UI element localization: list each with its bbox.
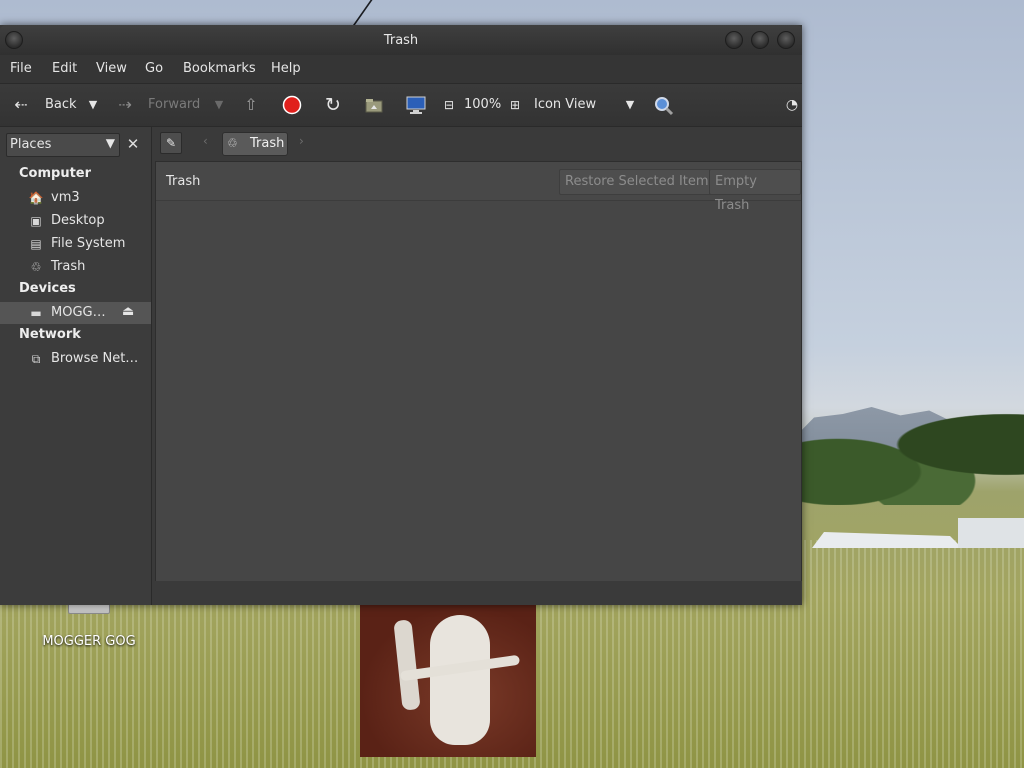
- menu-go[interactable]: Go: [145, 61, 163, 76]
- toolbar: ⇠ Back ▼ ⇢ Forward ▼ ⇧ ↻ ⊟ 100% ⊞ Icon V…: [0, 83, 802, 127]
- view-mode-dropdown-icon[interactable]: ▼: [620, 95, 640, 115]
- home-folder-icon: 🏠: [28, 191, 44, 205]
- sidebar-section-computer: Computer: [19, 166, 92, 181]
- desktop-icon-label: MOGGER GOG: [42, 634, 136, 649]
- menu-bar: File Edit View Go Bookmarks Help: [0, 55, 802, 83]
- menu-bookmarks[interactable]: Bookmarks: [183, 61, 256, 76]
- drive-icon: ▬: [30, 306, 42, 320]
- up-arrow-icon[interactable]: ⇧: [241, 95, 261, 115]
- breadcrumb-label: Trash: [250, 136, 285, 151]
- window-title: Trash: [383, 33, 419, 48]
- wallpaper-trees: [790, 395, 1024, 505]
- maximize-button[interactable]: [751, 31, 769, 49]
- desktop-folder-icon: ▣: [30, 214, 42, 228]
- spinner-icon: ◔: [785, 97, 799, 113]
- sidebar-section-devices: Devices: [19, 281, 76, 296]
- back-button[interactable]: Back: [45, 84, 77, 126]
- menu-help[interactable]: Help: [271, 61, 301, 76]
- zoom-in-icon[interactable]: ⊞: [505, 95, 525, 115]
- menu-view[interactable]: View: [96, 61, 127, 76]
- breadcrumb-trash[interactable]: ♲ Trash: [222, 132, 288, 156]
- desktop-drive-icon[interactable]: MOGGER GOG: [36, 600, 142, 649]
- sidebar-item-trash[interactable]: ♲ Trash: [0, 256, 151, 278]
- sidebar-section-network: Network: [19, 327, 81, 342]
- trash-bar-label: Trash: [166, 174, 201, 189]
- sidebar-item-file-system[interactable]: ▤ File System: [0, 233, 151, 255]
- file-view[interactable]: Trash Restore Selected Items Empty Trash: [155, 161, 802, 583]
- sidebar-item-label: Browse Net…: [51, 351, 139, 366]
- menu-edit[interactable]: Edit: [52, 61, 77, 76]
- eject-icon[interactable]: ⏏: [122, 304, 134, 319]
- trash-icon: ♲: [227, 136, 238, 150]
- restore-selected-button[interactable]: Restore Selected Items: [559, 169, 722, 195]
- minimize-button[interactable]: [725, 31, 743, 49]
- edit-location-icon[interactable]: ✎: [160, 132, 182, 154]
- sidebar-item-mogger-gog[interactable]: ▬ MOGG… ⏏: [0, 302, 151, 324]
- empty-trash-button[interactable]: Empty Trash: [709, 169, 801, 213]
- back-arrow-icon[interactable]: ⇠: [11, 95, 31, 115]
- trash-info-bar: Trash Restore Selected Items Empty Trash: [156, 162, 801, 213]
- sidebar-item-label: vm3: [51, 190, 80, 205]
- computer-icon[interactable]: [405, 95, 426, 115]
- file-manager-window: Trash File Edit View Go Bookmarks Help ⇠…: [0, 25, 802, 605]
- sidebar-item-vm3[interactable]: 🏠 vm3: [0, 187, 151, 209]
- breadcrumb-left-arrow-icon[interactable]: ‹: [203, 134, 208, 148]
- breadcrumb-right-arrow-icon[interactable]: ›: [299, 134, 304, 148]
- sidebar-selector[interactable]: Places ▼: [6, 133, 120, 157]
- search-icon[interactable]: [653, 95, 674, 116]
- view-mode-select[interactable]: Icon View: [534, 84, 596, 126]
- drive-icon: ▤: [30, 237, 42, 251]
- location-bar: ✎ ‹ ♲ Trash ›: [155, 127, 802, 161]
- sidebar-item-label: File System: [51, 236, 126, 251]
- close-button[interactable]: [777, 31, 795, 49]
- forward-button[interactable]: Forward: [148, 84, 200, 126]
- forward-arrow-icon[interactable]: ⇢: [115, 95, 135, 115]
- sidebar-item-desktop[interactable]: ▣ Desktop: [0, 210, 151, 232]
- video-content: [393, 619, 421, 711]
- wallpaper-tarp: [812, 532, 962, 548]
- zoom-out-icon[interactable]: ⊟: [439, 95, 459, 115]
- reload-icon[interactable]: ↻: [323, 95, 343, 115]
- network-icon: ⧉: [31, 352, 41, 366]
- video-player-thumbnail[interactable]: [360, 605, 536, 757]
- sidebar: Places ▼ ✕ Computer 🏠 vm3 ▣ Desktop ▤ Fi…: [0, 127, 152, 605]
- video-content: [430, 615, 490, 745]
- home-folder-icon[interactable]: [364, 95, 384, 115]
- stop-icon[interactable]: [282, 95, 302, 115]
- chevron-down-icon: ▼: [105, 136, 115, 150]
- trash-icon: ♲: [30, 260, 42, 274]
- menu-file[interactable]: File: [10, 61, 32, 76]
- sidebar-item-label: Trash: [51, 259, 86, 274]
- status-bar: [155, 581, 802, 605]
- wallpaper-tarp: [958, 518, 1024, 548]
- zoom-level: 100%: [464, 97, 502, 112]
- sidebar-item-label: Desktop: [51, 213, 105, 228]
- forward-history-dropdown-icon[interactable]: ▼: [209, 95, 229, 115]
- sidebar-item-browse-network[interactable]: ⧉ Browse Net…: [0, 348, 151, 370]
- title-bar[interactable]: Trash: [0, 25, 802, 55]
- back-history-dropdown-icon[interactable]: ▼: [83, 95, 103, 115]
- sidebar-item-label: MOGG…: [51, 305, 106, 320]
- close-sidebar-icon[interactable]: ✕: [124, 135, 142, 153]
- sidebar-selector-label: Places: [10, 137, 52, 152]
